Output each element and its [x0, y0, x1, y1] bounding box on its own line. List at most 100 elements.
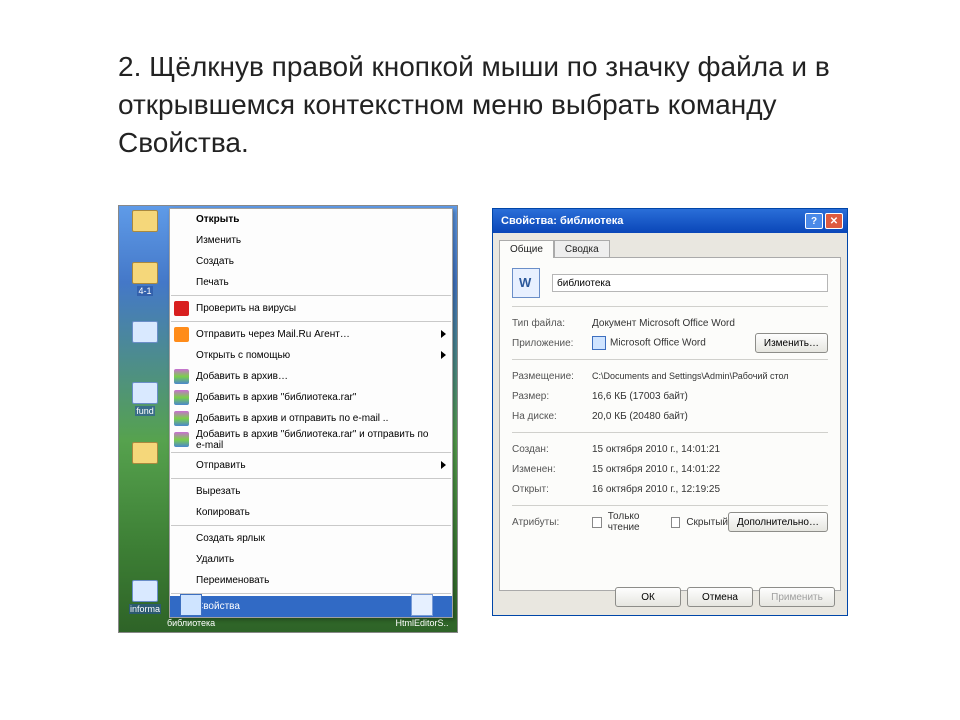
menu-item-label: Добавить в архив и отправить по e-mail .…: [196, 413, 388, 424]
ok-button[interactable]: ОК: [615, 587, 681, 607]
prop-label: Создан:: [512, 444, 592, 455]
menu-item[interactable]: Копировать: [170, 502, 452, 523]
hidden-checkbox[interactable]: [671, 517, 681, 528]
menu-item-label: Переименовать: [196, 575, 269, 586]
desktop-icon[interactable]: [125, 321, 165, 355]
filename-input[interactable]: [552, 274, 828, 292]
rar-icon: [174, 369, 189, 384]
context-menu: Открыть Изменить Создать Печать Проверить на…: [169, 208, 453, 618]
menu-item[interactable]: Создать ярлык: [170, 528, 452, 549]
change-app-button[interactable]: Изменить…: [755, 333, 828, 353]
menu-item[interactable]: Переименовать: [170, 570, 452, 591]
prop-label: Размер:: [512, 391, 592, 402]
menu-item[interactable]: Отправить через Mail.Ru Агент…: [170, 324, 452, 345]
desktop-shortcut-selected[interactable]: библиотека: [167, 594, 215, 629]
tab-strip: Общие Сводка: [493, 233, 847, 257]
prop-value: C:\Documents and Settings\Admin\Рабочий …: [592, 371, 828, 381]
close-button[interactable]: ✕: [825, 213, 843, 229]
slide-instruction-text: 2. Щёлкнув правой кнопкой мыши по значку…: [118, 48, 900, 161]
prop-label: Изменен:: [512, 464, 592, 475]
apply-button[interactable]: Применить: [759, 587, 835, 607]
prop-value: 15 октября 2010 г., 14:01:22: [592, 464, 828, 475]
menu-item-label: Добавить в архив…: [196, 371, 288, 382]
readonly-label: Только чтение: [608, 511, 665, 533]
desktop-icon[interactable]: [125, 210, 165, 244]
menu-item-label: Отправить через Mail.Ru Агент…: [196, 329, 350, 340]
menu-item-label: Добавить в архив "библиотека.rar" и отпр…: [196, 429, 438, 451]
menu-item[interactable]: Добавить в архив "библиотека.rar" и отпр…: [170, 429, 452, 450]
menu-separator: [171, 321, 451, 322]
menu-separator: [171, 295, 451, 296]
rar-icon: [174, 390, 189, 405]
desktop-icon[interactable]: 4-1: [125, 262, 165, 298]
desktop-context-menu-screenshot: 4-1 fund informa Открыть Изменить Создать П…: [118, 205, 458, 633]
menu-item[interactable]: Открыть с помощью: [170, 345, 452, 366]
prop-value: 20,0 КБ (20480 байт): [592, 411, 828, 422]
desktop-shortcut[interactable]: HtmlEditorS..: [393, 594, 451, 629]
submenu-arrow-icon: [441, 461, 446, 469]
menu-item[interactable]: Проверить на вирусы: [170, 298, 452, 319]
word-doc-icon: [180, 594, 202, 616]
menu-item-label: Проверить на вирусы: [196, 303, 296, 314]
menu-item[interactable]: Вырезать: [170, 481, 452, 502]
menu-separator: [171, 525, 451, 526]
m-icon: [174, 327, 189, 342]
submenu-arrow-icon: [441, 351, 446, 359]
menu-item[interactable]: Добавить в архив "библиотека.rar": [170, 387, 452, 408]
menu-separator: [171, 452, 451, 453]
rar-icon: [174, 432, 189, 447]
rar-icon: [174, 411, 189, 426]
menu-item-label: Открыть: [196, 214, 239, 225]
prop-label: Приложение:: [512, 338, 592, 349]
dialog-titlebar[interactable]: Свойства: библиотека ? ✕: [493, 209, 847, 233]
prop-label: На диске:: [512, 411, 592, 422]
hidden-label: Скрытый: [686, 517, 728, 528]
menu-item-label: Изменить: [196, 235, 241, 246]
dialog-title: Свойства: библиотека: [501, 215, 623, 227]
menu-item[interactable]: Отправить: [170, 455, 452, 476]
readonly-checkbox[interactable]: [592, 517, 602, 528]
prop-value: 16,6 КБ (17003 байт): [592, 391, 828, 402]
menu-item-label: Создать ярлык: [196, 533, 265, 544]
desktop-icon-label: fund: [135, 406, 155, 416]
menu-item[interactable]: Печать: [170, 272, 452, 293]
prop-value: 15 октября 2010 г., 14:01:21: [592, 444, 828, 455]
desktop-icon[interactable]: fund: [125, 382, 165, 418]
menu-item-label: Отправить: [196, 460, 246, 471]
advanced-button[interactable]: Дополнительно…: [728, 512, 828, 532]
prop-value: Документ Microsoft Office Word: [592, 318, 828, 329]
tab-panel-general: Тип файла: Документ Microsoft Office Wor…: [499, 257, 841, 591]
menu-separator: [171, 478, 451, 479]
help-button[interactable]: ?: [805, 213, 823, 229]
prop-label: Открыт:: [512, 484, 592, 495]
desktop-icon-label: 4-1: [137, 286, 152, 296]
desktop-icon[interactable]: [125, 442, 165, 476]
submenu-arrow-icon: [441, 330, 446, 338]
menu-item[interactable]: Добавить в архив…: [170, 366, 452, 387]
word-document-icon: [512, 268, 540, 298]
html-editor-icon: [411, 594, 433, 616]
menu-item[interactable]: Изменить: [170, 230, 452, 251]
menu-item[interactable]: Создать: [170, 251, 452, 272]
cancel-button[interactable]: Отмена: [687, 587, 753, 607]
menu-item-label: Добавить в архив "библиотека.rar": [196, 392, 356, 403]
desktop-shortcut-label: библиотека: [167, 618, 215, 628]
menu-item[interactable]: Добавить в архив и отправить по e-mail .…: [170, 408, 452, 429]
menu-item-label: Копировать: [196, 507, 250, 518]
menu-item-label: Создать: [196, 256, 234, 267]
menu-item-label: Вырезать: [196, 486, 240, 497]
file-properties-dialog: Свойства: библиотека ? ✕ Общие Сводка Ти…: [492, 208, 848, 616]
desktop-icon-label: informa: [129, 604, 161, 614]
desktop-icon[interactable]: informa: [125, 580, 165, 616]
prop-label: Размещение:: [512, 371, 592, 382]
menu-item-label: Печать: [196, 277, 229, 288]
prop-label: Атрибуты:: [512, 517, 592, 528]
menu-item[interactable]: Удалить: [170, 549, 452, 570]
tab-general[interactable]: Общие: [499, 240, 554, 258]
prop-value: 16 октября 2010 г., 12:19:25: [592, 484, 828, 495]
k-icon: [174, 301, 189, 316]
menu-item-label: Удалить: [196, 554, 234, 565]
tab-summary[interactable]: Сводка: [554, 240, 610, 258]
menu-item[interactable]: Открыть: [170, 209, 452, 230]
word-app-icon: [592, 336, 606, 350]
